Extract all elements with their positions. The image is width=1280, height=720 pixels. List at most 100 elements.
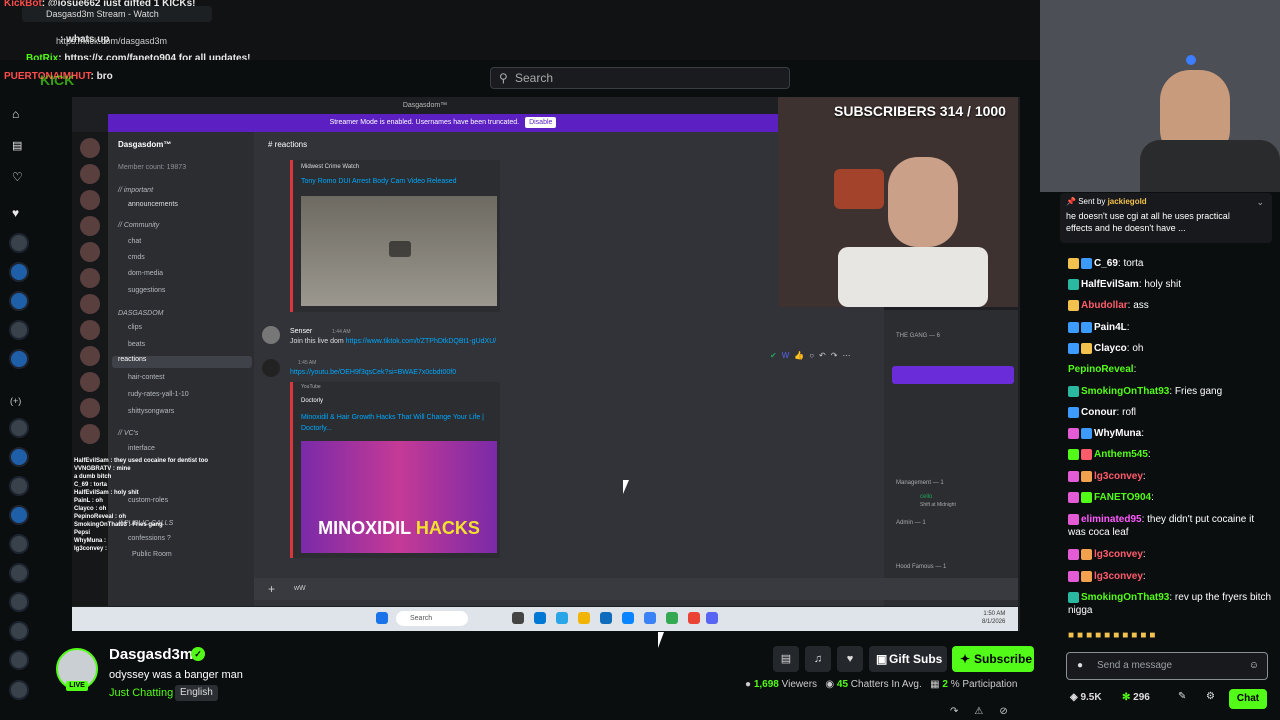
member-group-header: Admin — 1 [896, 520, 926, 526]
followed-channel-avatar[interactable] [9, 592, 29, 612]
chat-message-input[interactable]: ● Send a message ☺ [1066, 652, 1268, 680]
chat-message: Anthem545: [1068, 448, 1273, 461]
server-icon [80, 346, 100, 366]
channel-action-icons[interactable]: ↷⚠⊘ [950, 706, 1024, 717]
heart-icon: ♥ [846, 653, 854, 665]
stream-category[interactable]: Just Chatting [109, 687, 173, 699]
follow-button[interactable]: ♥ [837, 646, 863, 672]
followed-channel-avatar[interactable] [9, 447, 29, 467]
followed-channel-avatar[interactable] [9, 534, 29, 554]
member-highlight [892, 366, 1014, 384]
server-icon [80, 138, 100, 158]
chat-mode-icon: ● [1077, 660, 1084, 671]
kick-stream-page: KickBot: @josue662 just gifted 1 KICKs! … [0, 0, 1280, 720]
embed-provider: Midwest Crime Watch [301, 164, 360, 170]
blanket [838, 247, 988, 307]
member-group-header: THE GANG — 6 [896, 333, 941, 339]
star-icon: ✦ [960, 652, 971, 666]
browser-tab[interactable]: Dasgasd3m Stream - Watch [22, 6, 212, 22]
taskbar-search: Search [396, 611, 468, 626]
server-icon [80, 398, 100, 418]
notification-button[interactable]: ♫ [805, 646, 831, 672]
video-thumbnail: MINOXIDIL HACKS [301, 441, 497, 553]
chatters-icon: ◉ [825, 679, 835, 690]
message-author: Senser 1:44 AM [290, 328, 351, 335]
emote-row: ■■■■■■■■■■ [1068, 630, 1159, 641]
search-icon: ⚲ [499, 71, 508, 85]
add-attachment-icon: + [268, 582, 276, 596]
emoji-icon[interactable]: ☺ [1249, 653, 1259, 679]
home-icon[interactable]: ⌂ [12, 107, 19, 121]
chat-message: FANETO904: [1068, 491, 1273, 504]
followed-channel-avatar[interactable] [9, 291, 29, 311]
pinned-text: he doesn't use cgi at all he uses practi… [1066, 211, 1230, 233]
followed-channel-avatar[interactable] [9, 505, 29, 525]
taskbar-app-icon [600, 612, 612, 624]
taskbar-app-icon [578, 612, 590, 624]
embed-channel: Doctorly [301, 398, 324, 404]
channel-points[interactable]: ✻ 296 [1122, 692, 1150, 703]
chevron-down-icon[interactable]: ⌄ [1256, 197, 1264, 208]
server-icon [80, 424, 100, 444]
chat-message: lg3convey: [1068, 570, 1273, 583]
followed-channel-avatar[interactable] [9, 650, 29, 670]
followed-channel-avatar[interactable] [9, 349, 29, 369]
followed-channel-avatar[interactable] [9, 621, 29, 641]
language-tag[interactable]: English [175, 685, 218, 701]
live-badge: LIVE [66, 681, 88, 691]
followed-channel-avatar[interactable] [9, 418, 29, 438]
pinned-header: 📌 Sent by jackiegold [1066, 197, 1147, 206]
gear-icon[interactable]: ⚙ [1206, 691, 1215, 702]
chat-send-button[interactable]: Chat [1229, 689, 1267, 709]
channel-item: hair-contest [128, 374, 165, 381]
kick-logo[interactable]: KICK [40, 72, 74, 88]
expand-icon[interactable]: (+) [10, 396, 21, 406]
followed-channel-avatar[interactable] [9, 563, 29, 583]
youtube-embed: YouTube Doctorly Minoxidil & Hair Growth… [290, 382, 500, 558]
following-icon[interactable]: ♡ [12, 170, 23, 184]
browse-icon[interactable]: ▤ [12, 139, 22, 152]
message-link: https://youtu.be/OEH9f3qsCek?si=BWAE7x0c… [290, 369, 457, 376]
server-icon [80, 268, 100, 288]
channel-item: dom-media [128, 270, 164, 277]
subscriber-goal: SUBSCRIBERS 314 / 1000 [834, 103, 1006, 119]
tab-title: Dasgasd3m Stream - Watch [46, 9, 159, 19]
subscribe-button[interactable]: ✦ Subscribe [952, 646, 1034, 672]
gift-subs-button[interactable]: ▣ Gift Subs [869, 646, 947, 672]
chat-bubble-icon[interactable]: ✎ [1178, 691, 1186, 702]
embed-title: Minoxidil & Hair Growth Hacks That Will … [301, 414, 484, 432]
server-icon [80, 242, 100, 262]
taskbar-app-icon [644, 612, 656, 624]
heart-icon[interactable]: ♥ [12, 206, 19, 220]
search-input[interactable]: ⚲ Search [490, 67, 790, 89]
taskbar-app-icon [556, 612, 568, 624]
taskbar-app-icon [706, 612, 718, 624]
channel-name[interactable]: Dasgasd3m [109, 646, 193, 663]
followed-channel-avatar[interactable] [9, 320, 29, 340]
server-icon [80, 190, 100, 210]
kicks-balance[interactable]: ◈ 9.5K [1070, 692, 1102, 703]
chat-message: C_69: torta [1068, 257, 1273, 270]
server-icon [80, 320, 100, 340]
followed-channel-avatar[interactable] [9, 262, 29, 282]
channel-item: chat [128, 238, 142, 245]
streamer-webcam [1040, 0, 1280, 192]
clip-button[interactable]: ▤ [773, 646, 799, 672]
followed-channel-avatar[interactable] [9, 476, 29, 496]
member-group-header: Management — 1 [896, 480, 944, 486]
channel-item: beats [128, 341, 146, 348]
chat-message: Pain4L: [1068, 321, 1273, 334]
disable-streamer-mode-button: Disable [525, 117, 557, 128]
address-bar[interactable]: https://kick.com/dasgasd3m [56, 36, 326, 50]
member-count: Member count: 19873 [118, 164, 187, 171]
pinned-message[interactable]: 📌 Sent by jackiegold he doesn't use cgi … [1060, 193, 1272, 243]
channel-category: DASGASDOM [118, 310, 164, 317]
followed-channel-avatar[interactable] [9, 233, 29, 253]
taskbar-app-icon [622, 612, 634, 624]
url-text: https://kick.com/dasgasd3m [56, 36, 168, 46]
left-sidebar: ⌂ ▤ ♡ ♥ (+) [0, 96, 40, 720]
followed-channel-avatar[interactable] [9, 680, 29, 700]
gift-icon: ▣ [876, 652, 888, 666]
embed-title: Tony Romo DUI Arrest Body Cam Video Rele… [301, 178, 457, 185]
channel-item: suggestions [128, 287, 166, 294]
